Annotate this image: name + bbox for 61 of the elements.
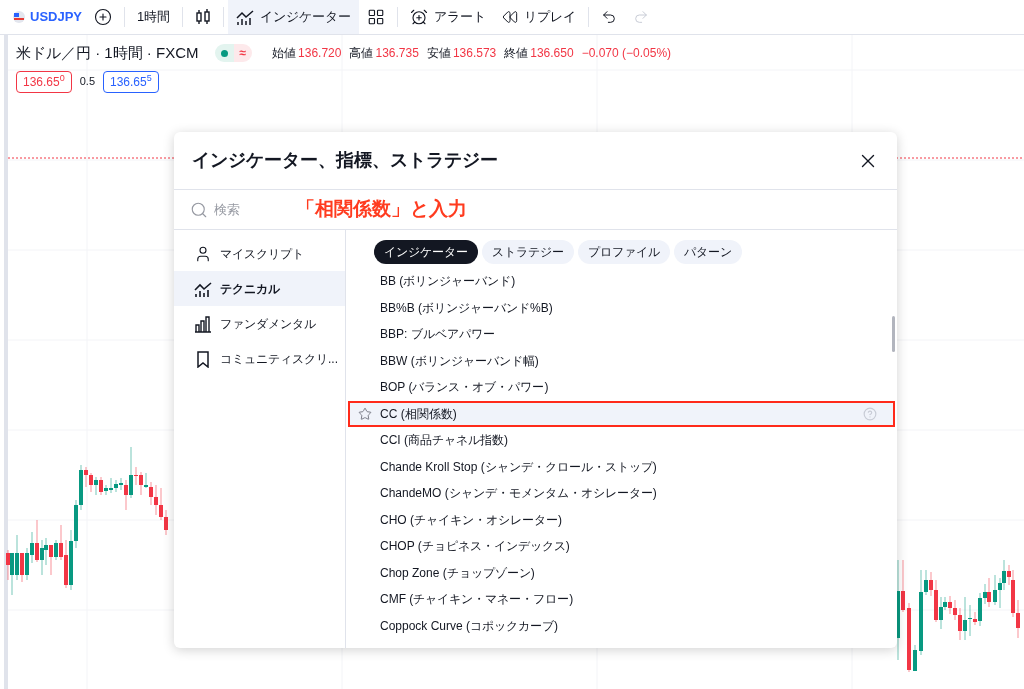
replay-button[interactable]: リプレイ: [494, 7, 585, 27]
search-field[interactable]: 検索: [214, 199, 264, 220]
indicator-row[interactable]: ChandeMO (シャンデ・モメンタム・オシレーター): [348, 480, 895, 507]
candle: [907, 602, 911, 673]
category-item[interactable]: マイスクリプト: [174, 236, 345, 271]
category-item[interactable]: ファンダメンタル: [174, 306, 345, 341]
filter-chip[interactable]: インジケーター: [374, 240, 478, 264]
indicator-row[interactable]: BB (ボリンジャーバンド): [348, 268, 895, 295]
indicator-row[interactable]: CC (相関係数): [348, 400, 895, 427]
dialog-title: インジケーター、指標、ストラテジー: [192, 149, 498, 172]
indicator-row[interactable]: BB%B (ボリンジャーバンド%B): [348, 294, 895, 321]
alert-button[interactable]: アラート: [402, 7, 495, 27]
bookmark-icon: [194, 349, 212, 368]
ohlc-label: 終値: [504, 45, 529, 63]
annotation-text: 「相関係数」と入力: [296, 197, 467, 222]
grid-icon: [367, 8, 386, 26]
spread-value: 0.5: [79, 74, 95, 90]
buy-price-button[interactable]: 136.65$^{5}$: [103, 70, 159, 93]
line-chart-icon: [194, 279, 212, 298]
price-change: −0.070 (−0.05%): [581, 45, 672, 63]
sell-price-button[interactable]: 136.65$^{0}$: [16, 70, 72, 93]
ohlc-value: 136.720: [298, 45, 342, 63]
indicator-row[interactable]: Chop Zone (チョップゾーン): [348, 559, 895, 586]
indicator-row[interactable]: CHOP (チョピネス・インデックス): [348, 533, 895, 560]
ohlc-label: 高値: [349, 45, 374, 63]
rewind-icon: [502, 9, 519, 25]
candles-icon: [195, 8, 212, 26]
indicator-row[interactable]: BOP (バランス・オブ・パワー): [348, 374, 895, 401]
chart-title: 米ドル／円 · 1時間 · FXCM: [16, 43, 199, 63]
symbol-button[interactable]: USDJPY: [8, 0, 87, 34]
favorite-star-icon[interactable]: [358, 406, 372, 421]
ohlc-label: 始値: [272, 45, 297, 63]
interval-button[interactable]: 1時間: [129, 7, 179, 27]
candle: [913, 644, 917, 672]
line-chart-icon: [236, 8, 255, 26]
filter-chip[interactable]: プロファイル: [578, 240, 670, 264]
redo-icon: [633, 9, 650, 25]
indicator-row[interactable]: BBW (ボリンジャーバンド幅): [348, 347, 895, 374]
flag-icon: [12, 10, 26, 24]
indicator-row[interactable]: BBP: ブルベアパワー: [348, 321, 895, 348]
undo-icon: [601, 9, 618, 25]
bar-chart-icon: [194, 314, 212, 333]
indicator-row[interactable]: CMF (チャイキン・マネー・フロー): [348, 586, 895, 613]
ohlc-value: 136.650: [530, 45, 574, 63]
filter-chip[interactable]: パターン: [674, 240, 742, 264]
indicator-row[interactable]: CCI (商品チャネル指数): [348, 427, 895, 454]
user-icon: [194, 244, 212, 263]
indicator-row[interactable]: CHO (チャイキン・オシレーター): [348, 506, 895, 533]
search-icon: [190, 200, 208, 219]
scrollbar-thumb[interactable]: [892, 316, 895, 352]
ohlc-value: 136.573: [452, 45, 497, 63]
indicators-button[interactable]: インジケーター: [228, 0, 360, 34]
add-icon: [94, 8, 113, 26]
indicator-row[interactable]: Chande Kroll Stop (シャンデ・クロール・ストップ): [348, 453, 895, 480]
alarm-clock-icon: [410, 8, 429, 26]
filter-chip[interactable]: ストラテジー: [482, 240, 574, 264]
indicator-row[interactable]: Coppock Curve (コポックカーブ): [348, 612, 895, 639]
category-item[interactable]: コミュニティスクリ...: [174, 341, 345, 376]
category-item[interactable]: テクニカル: [174, 271, 345, 306]
ohlc-label: 安値: [426, 45, 451, 63]
ohlc-value: 136.735: [375, 45, 419, 63]
